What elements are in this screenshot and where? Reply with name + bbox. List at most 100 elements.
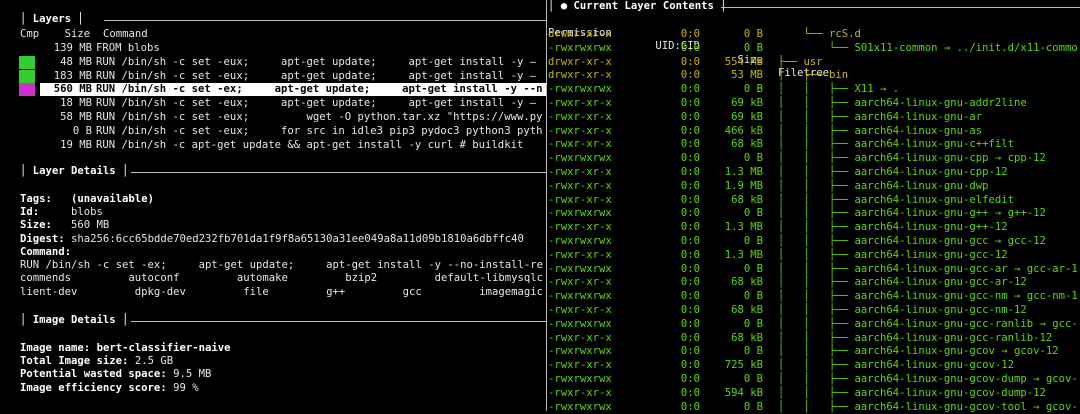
file-size: 1.3 MB: [724, 166, 763, 178]
file-row[interactable]: -rwxr-xr-x 0:0 68 kB │ │ ├── aarch64-linux-…: [548, 138, 1080, 151]
file-tree-entry: │ │ ├── aarch64-linux-gnu-gcov-12: [778, 359, 1014, 372]
file-row[interactable]: -rwxr-xr-x 0:0 68 kB │ │ ├── aarch64-linux-…: [548, 304, 1080, 317]
file-size: 68 kB: [731, 193, 763, 206]
size-label: Size:: [20, 219, 52, 231]
layer-row[interactable]: 58 MB RUN /bin/sh -c set -eux; wget -O py…: [40, 111, 542, 124]
file-uid-gid: 0:0: [680, 28, 700, 40]
layer-row[interactable]: 139 MB FROM blobs: [40, 42, 160, 55]
file-size: 68 kB: [731, 331, 763, 344]
layer-command: RUN /bin/sh -c set -eux; wget -O python.…: [96, 111, 543, 123]
file-row[interactable]: drwxr-xr-x 0:0 0 B └── rcS.d: [548, 28, 1080, 41]
file-row[interactable]: -rwxrwxrwx 0:0 0 B └── S01x11-common → ../…: [548, 42, 1080, 55]
digest-row: Digest: sha256:6cc65bdde70ed232fb701da1f…: [20, 233, 524, 246]
file-uid-gid: 0:0: [680, 166, 700, 178]
layer-size: 48 MB: [60, 55, 92, 68]
file-size: 0 B: [743, 373, 763, 385]
file-size: 0 B: [743, 235, 763, 247]
file-row[interactable]: drwxr-xr-x 0:0 53 MB │ ├── bin: [548, 69, 1080, 82]
file-row[interactable]: -rwxrwxrwx 0:0 0 B │ │ ├── X11 → .: [548, 83, 1080, 96]
contents-header-rule: [721, 7, 1080, 8]
file-row[interactable]: -rwxrwxrwx 0:0 0 B │ │ ├── aarch64-linux-gn…: [548, 318, 1080, 331]
layer-command: RUN /bin/sh -c set -eux; apt-get update;…: [96, 97, 537, 110]
file-row[interactable]: -rwxr-xr-x 0:0 725 kB │ │ ├── aarch64-linux…: [548, 359, 1080, 372]
file-row[interactable]: -rwxrwxrwx 0:0 0 B │ │ ├── aarch64-linux-gn…: [548, 152, 1080, 165]
file-uid-gid: 0:0: [680, 262, 700, 275]
file-permission: -rwxr-xr-x: [548, 359, 612, 372]
layers-column-headers: Cmp Size Command: [20, 28, 148, 41]
layer-size: 139 MB: [53, 42, 92, 54]
layer-size: 183 MB: [53, 69, 92, 82]
file-uid-gid: 0:0: [680, 331, 700, 344]
file-row[interactable]: drwxr-xr-x 0:0 554 MB ├── usr: [548, 56, 1080, 69]
file-tree-entry: │ │ ├── aarch64-linux-gnu-gcov-dump → gc…: [778, 373, 1078, 385]
pane-divider[interactable]: [546, 0, 547, 411]
file-row[interactable]: -rwxr-xr-x 0:0 68 kB │ │ ├── aarch64-linux-…: [548, 276, 1080, 289]
file-row[interactable]: -rwxr-xr-x 0:0 1.3 MB │ │ ├── aarch64-linux…: [548, 221, 1080, 234]
file-row[interactable]: -rwxrwxrwx 0:0 0 B │ │ ├── aarch64-linux-gn…: [548, 235, 1080, 248]
file-permission: -rwxrwxrwx: [548, 207, 612, 220]
left-pane: │ Layers │ Cmp Size Command 139 MB FROM b…: [0, 0, 546, 411]
file-tree-entry: │ │ ├── aarch64-linux-gnu-gcc-ranlib → g…: [778, 317, 1078, 330]
layer-row[interactable]: 19 MB RUN /bin/sh -c apt-get update && ap…: [40, 139, 523, 152]
layer-row[interactable]: 0 B RUN /bin/sh -c set -eux; for src in i…: [40, 125, 543, 138]
layer-row-selected[interactable]: 560 MB RUN /bin/sh -c set -ex; apt-get up…: [40, 83, 546, 97]
file-tree-entry: └── S01x11-common → ../init.d/x11-commo: [778, 41, 1078, 54]
layer-command: FROM blobs: [96, 42, 160, 54]
file-row[interactable]: -rwxr-xr-x 0:0 69 kB │ │ ├── aarch64-linux-…: [548, 97, 1080, 110]
file-tree-entry: │ │ ├── aarch64-linux-gnu-gcc-nm-12: [778, 304, 1027, 316]
right-pane: │ ● Current Layer Contents │ Permission …: [548, 0, 1080, 414]
efficiency-label: Image efficiency score:: [20, 382, 167, 394]
layer-row[interactable]: 183 MB RUN /bin/sh -c set -eux; apt-get u…: [40, 70, 536, 83]
file-row[interactable]: -rwxr-xr-x 0:0 594 kB │ │ ├── aarch64-linux…: [548, 387, 1080, 400]
file-uid-gid: 0:0: [680, 152, 700, 165]
file-tree-entry: │ │ ├── aarch64-linux-gnu-gcc → gcc-12: [778, 235, 1046, 247]
file-row[interactable]: -rwxrwxrwx 0:0 0 B │ │ ├── aarch64-linux-gn…: [548, 290, 1080, 303]
file-row[interactable]: -rwxr-xr-x 0:0 68 kB │ │ ├── aarch64-linux-…: [548, 332, 1080, 345]
file-permission: -rwxr-xr-x: [548, 276, 612, 289]
file-row[interactable]: -rwxr-xr-x 0:0 466 kB │ │ ├── aarch64-linux…: [548, 125, 1080, 138]
tags-label: Tags:: [20, 193, 52, 205]
file-size: 0 B: [743, 152, 763, 165]
file-row[interactable]: -rwxr-xr-x 0:0 68 kB │ │ ├── aarch64-linux-…: [548, 194, 1080, 207]
layer-size: 18 MB: [60, 97, 92, 110]
file-row[interactable]: -rwxr-xr-x 0:0 1.3 MB │ │ ├── aarch64-linux…: [548, 166, 1080, 179]
layer-row[interactable]: 18 MB RUN /bin/sh -c set -eux; apt-get up…: [40, 97, 536, 110]
file-permission: drwxr-xr-x: [548, 55, 612, 68]
file-uid-gid: 0:0: [680, 345, 700, 358]
file-size: 69 kB: [731, 97, 763, 109]
file-row[interactable]: -rwxrwxrwx 0:0 0 B │ │ ├── aarch64-linux-gn…: [548, 345, 1080, 358]
file-row[interactable]: -rwxrwxrwx 0:0 0 B │ │ ├── aarch64-linux-gn…: [548, 401, 1080, 414]
file-uid-gid: 0:0: [680, 304, 700, 316]
file-tree-entry: │ │ ├── aarch64-linux-gnu-dwp: [778, 179, 989, 192]
layer-details-title: │ Layer Details │: [20, 165, 129, 177]
file-permission: -rwxr-xr-x: [548, 193, 612, 206]
file-tree-entry: │ │ ├── aarch64-linux-gnu-g++-12: [778, 221, 1008, 234]
file-tree-entry: │ │ ├── aarch64-linux-gnu-c++filt: [778, 138, 1014, 151]
file-size: 0 B: [743, 41, 763, 54]
file-row[interactable]: -rwxrwxrwx 0:0 0 B │ │ ├── aarch64-linux-gn…: [548, 263, 1080, 276]
file-row[interactable]: -rwxr-xr-x 0:0 1.3 MB │ │ ├── aarch64-linux…: [548, 249, 1080, 262]
file-row[interactable]: -rwxrwxrwx 0:0 0 B │ │ ├── aarch64-linux-gn…: [548, 373, 1080, 386]
file-tree-entry: └── rcS.d: [778, 28, 861, 40]
wasted-space-row: Potential wasted space: 9.5 MB: [20, 368, 211, 381]
file-uid-gid: 0:0: [680, 83, 700, 96]
file-size: 0 B: [743, 400, 763, 413]
file-permission: -rwxr-xr-x: [548, 179, 612, 192]
efficiency-row: Image efficiency score: 99 %: [20, 382, 199, 395]
layer-row[interactable]: 48 MB RUN /bin/sh -c set -eux; apt-get up…: [40, 56, 536, 69]
cmp-column-header: Cmp: [20, 28, 40, 40]
file-row[interactable]: -rwxr-xr-x 0:0 69 kB │ │ ├── aarch64-linux-…: [548, 111, 1080, 124]
file-size: 554 MB: [724, 55, 763, 68]
file-size: 594 kB: [724, 386, 763, 399]
file-tree-entry: │ ├── bin: [778, 69, 849, 82]
file-row[interactable]: -rwxr-xr-x 0:0 1.9 MB │ │ ├── aarch64-linux…: [548, 180, 1080, 193]
file-tree-entry: │ │ ├── aarch64-linux-gnu-cpp-12: [778, 166, 1008, 178]
file-row[interactable]: -rwxrwxrwx 0:0 0 B │ │ ├── aarch64-linux-gn…: [548, 207, 1080, 220]
file-size: 68 kB: [731, 304, 763, 316]
file-permission: -rwxrwxrwx: [548, 400, 612, 413]
file-size: 725 kB: [724, 359, 763, 372]
contents-title-text: ● Current Layer Contents: [560, 0, 714, 12]
file-uid-gid: 0:0: [680, 235, 700, 247]
layer-command: RUN /bin/sh -c set -eux; apt-get update;…: [96, 69, 537, 82]
file-uid-gid: 0:0: [680, 55, 700, 68]
